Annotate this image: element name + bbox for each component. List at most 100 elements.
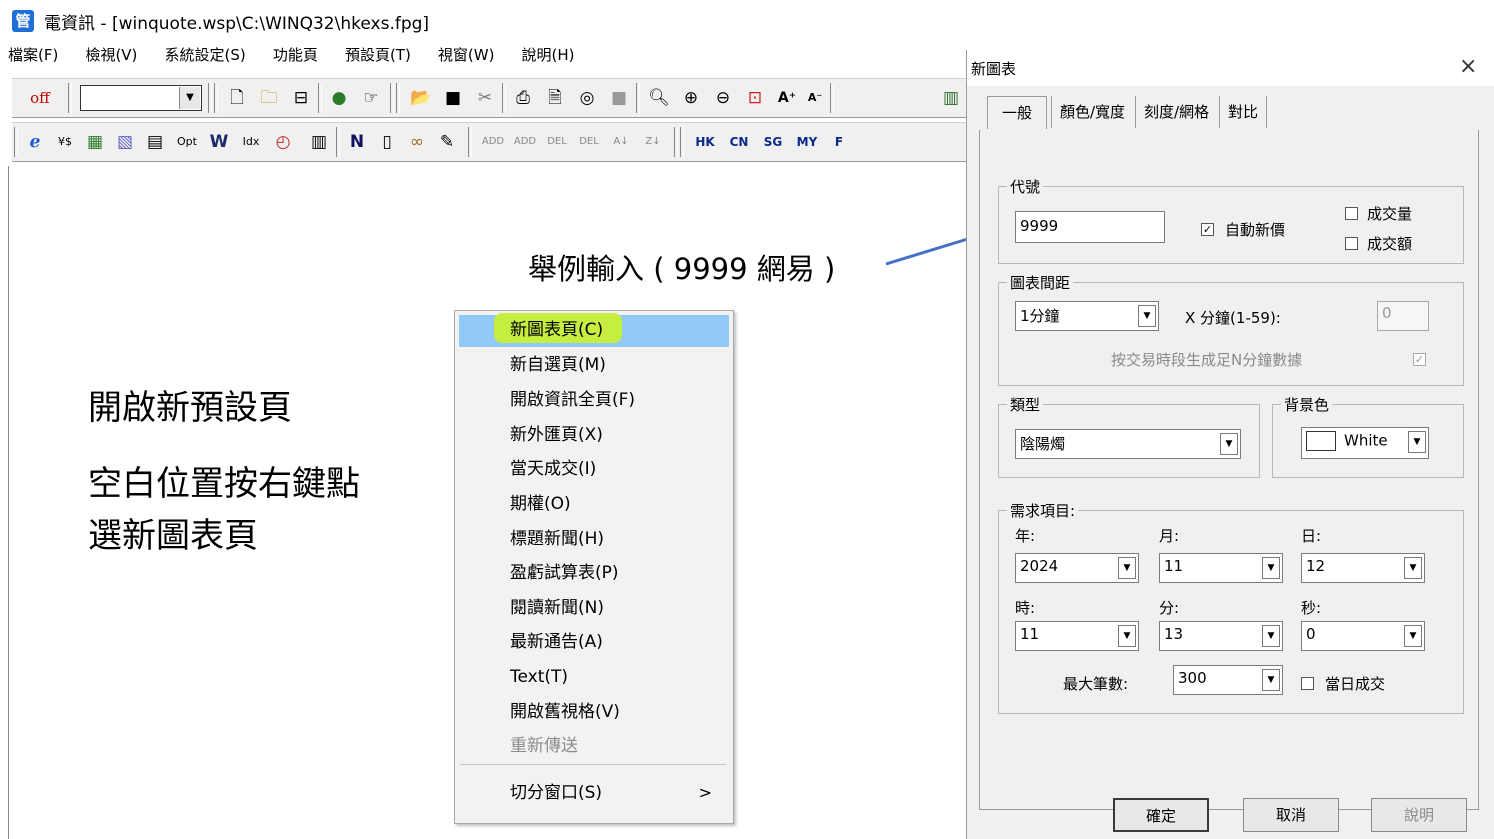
background-color-select[interactable]: White ▼ (1301, 427, 1429, 459)
book-icon[interactable]: ▯ (372, 129, 402, 155)
currency-icon[interactable]: ¥$ (50, 129, 80, 155)
menu-item-new-watchlist-page[interactable]: 新自選頁(M) (458, 349, 728, 381)
menu-item-split-window[interactable]: 切分窗口(S) > (458, 777, 728, 809)
menu-item-new-forex-page[interactable]: 新外匯頁(X) (458, 419, 728, 451)
toolbar-combo[interactable]: ▼ (80, 85, 202, 111)
ok-button[interactable]: 確定 (1113, 798, 1209, 832)
market-f-button[interactable]: F (824, 129, 854, 155)
menu-function-page[interactable]: 功能頁 (273, 44, 318, 65)
x-minutes-input[interactable]: 0 (1377, 301, 1429, 331)
second-select[interactable]: 0 ▼ (1301, 621, 1425, 651)
sort-a-z-icon[interactable]: A↓ (606, 129, 636, 155)
market-my-button[interactable]: MY (792, 129, 822, 155)
year-select[interactable]: 2024 ▼ (1015, 553, 1139, 583)
menu-window[interactable]: 視窗(W) (438, 44, 495, 65)
sort-del-down-icon[interactable]: DEL (574, 129, 604, 155)
menu-system-settings[interactable]: 系統設定(S) (165, 44, 246, 65)
chart-icon[interactable]: ▥ (936, 85, 966, 111)
turnover-checkbox[interactable] (1345, 237, 1358, 250)
menu-item-latest-notice[interactable]: 最新通告(A) (458, 626, 728, 658)
chevron-down-icon[interactable]: ▼ (1118, 557, 1136, 579)
table-icon[interactable]: ▤ (140, 129, 170, 155)
interval-select[interactable]: 1分鐘 ▼ (1015, 301, 1159, 331)
clock-icon[interactable]: ◴ (268, 129, 298, 155)
menu-view[interactable]: 檢視(V) (85, 44, 137, 65)
zoom-in-icon[interactable]: ⊕ (676, 85, 706, 111)
market-sg-button[interactable]: SG (758, 129, 788, 155)
tab-color-width[interactable]: 顏色/寬度 (1051, 96, 1133, 128)
menu-item-open-old-view[interactable]: 開啟舊視格(V) (458, 696, 728, 728)
search-icon[interactable]: 🔍︎ (644, 85, 674, 111)
chevron-down-icon[interactable]: ▼ (1118, 625, 1136, 647)
tab-compare[interactable]: 對比 (1219, 96, 1268, 128)
calculator-icon[interactable]: ▥ (304, 129, 334, 155)
ie-icon[interactable]: ℯ (20, 129, 50, 155)
chart-type-select[interactable]: 陰陽燭 ▼ (1015, 429, 1241, 459)
chevron-down-icon[interactable]: ▼ (1404, 557, 1422, 579)
option-icon[interactable]: Opt (172, 129, 202, 155)
menu-item-headline-news[interactable]: 標題新聞(H) (458, 523, 728, 555)
print-preview-icon[interactable]: 🗎 (540, 85, 570, 111)
new-page-icon[interactable]: 🗋 (222, 85, 252, 111)
market-cn-button[interactable]: CN (724, 129, 754, 155)
menu-item-pl-calculator[interactable]: 盈虧試算表(P) (458, 557, 728, 589)
print-icon[interactable]: ⎙ (508, 85, 538, 111)
sort-add-down-icon[interactable]: ADD (510, 129, 540, 155)
chart-line-icon[interactable]: ▧ (110, 129, 140, 155)
chevron-down-icon[interactable]: ▼ (1408, 431, 1426, 453)
index-icon[interactable]: Idx (236, 129, 266, 155)
menu-item-text[interactable]: Text(T) (458, 661, 728, 693)
cut-icon[interactable]: ✂ (470, 85, 500, 111)
menu-item-intraday-trades[interactable]: 當天成交(I) (458, 453, 728, 485)
menu-help[interactable]: 說明(H) (522, 44, 575, 65)
sort-del-up-icon[interactable]: DEL (542, 129, 572, 155)
gray-box-icon[interactable]: ■ (604, 85, 634, 111)
binoculars-icon[interactable]: ∞ (402, 129, 432, 155)
minute-select[interactable]: 13 ▼ (1159, 621, 1283, 651)
open-folder-icon[interactable]: 🗀 (254, 85, 284, 111)
save-icon[interactable]: ■ (438, 85, 468, 111)
w-icon[interactable]: W (204, 129, 234, 155)
open-file-icon[interactable]: 📂 (406, 85, 436, 111)
month-select[interactable]: 11 ▼ (1159, 553, 1283, 583)
volume-checkbox[interactable] (1345, 207, 1358, 220)
chevron-down-icon[interactable]: ▼ (179, 87, 200, 109)
menu-item-options[interactable]: 期權(O) (458, 488, 728, 520)
today-trades-checkbox[interactable] (1301, 677, 1314, 690)
cancel-button[interactable]: 取消 (1243, 798, 1339, 832)
chevron-down-icon[interactable]: ▼ (1262, 557, 1280, 579)
chevron-down-icon[interactable]: ▼ (1262, 669, 1280, 691)
hand-pointer-icon[interactable]: ☞ (356, 85, 386, 111)
fill-n-minutes-checkbox[interactable]: ✓ (1413, 353, 1426, 366)
zoom-out-icon[interactable]: ⊖ (708, 85, 738, 111)
day-select[interactable]: 12 ▼ (1301, 553, 1425, 583)
font-larger-icon[interactable]: A⁺ (772, 85, 802, 111)
close-icon[interactable]: × (1459, 54, 1477, 79)
menu-item-read-news[interactable]: 閱讀新聞(N) (458, 592, 728, 624)
menu-item-new-chart-page[interactable]: 新圖表頁(C) (458, 314, 728, 346)
target-icon[interactable]: ⊡ (740, 85, 770, 111)
off-button[interactable]: off (20, 85, 60, 111)
pen-icon[interactable]: ✎ (432, 129, 462, 155)
chevron-down-icon[interactable]: ▼ (1138, 305, 1156, 327)
n-icon[interactable]: N (342, 129, 372, 155)
menu-item-open-info-page[interactable]: 開啟資訊全頁(F) (458, 384, 728, 416)
grid-icon[interactable]: ▦ (80, 129, 110, 155)
auto-new-price-checkbox[interactable]: ✓ (1201, 223, 1214, 236)
chevron-down-icon[interactable]: ▼ (1220, 433, 1238, 455)
help-button[interactable]: 說明 (1371, 798, 1467, 832)
menu-file[interactable]: 檔案(F) (8, 44, 58, 65)
globe-icon[interactable]: ● (324, 85, 354, 111)
minus-window-icon[interactable]: ⊟ (286, 85, 316, 111)
chevron-down-icon[interactable]: ▼ (1262, 625, 1280, 647)
view-icon[interactable]: ◎ (572, 85, 602, 111)
chevron-down-icon[interactable]: ▼ (1404, 625, 1422, 647)
sort-add-up-icon[interactable]: ADD (478, 129, 508, 155)
hour-select[interactable]: 11 ▼ (1015, 621, 1139, 651)
tab-general[interactable]: 一般 (987, 96, 1048, 129)
tab-scale-grid[interactable]: 刻度/網格 (1135, 96, 1217, 128)
sort-z-a-icon[interactable]: Z↓ (638, 129, 668, 155)
market-hk-button[interactable]: HK (690, 129, 720, 155)
code-input[interactable]: 9999 (1015, 211, 1165, 243)
max-records-select[interactable]: 300 ▼ (1173, 665, 1283, 695)
